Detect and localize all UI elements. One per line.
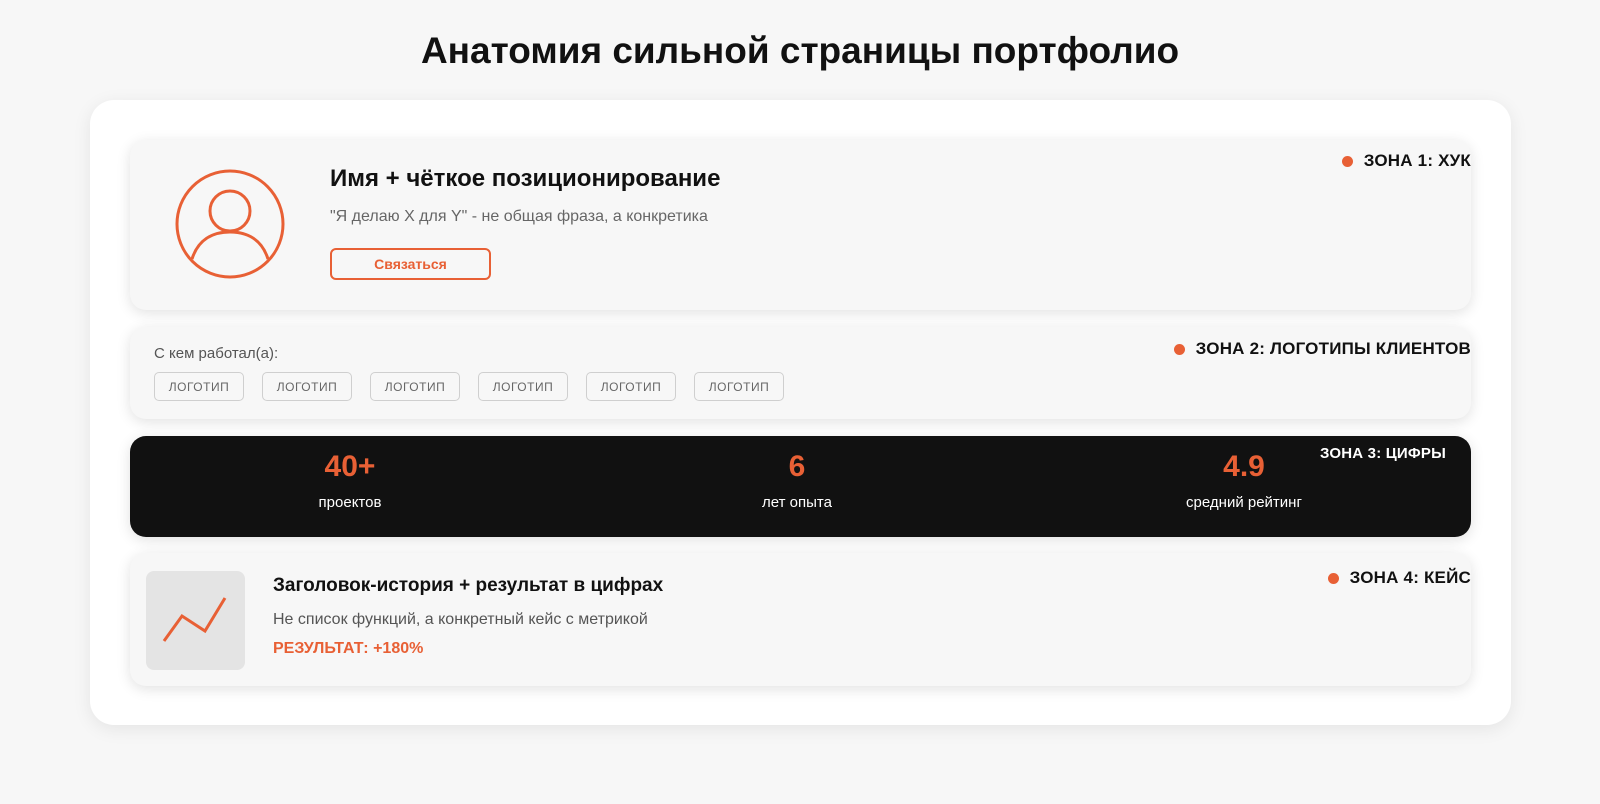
worked-with-label: С кем работал(а): xyxy=(154,345,279,362)
zone-hook: ЗОНА 1: ХУК Имя + чёткое позиционировани… xyxy=(130,140,1471,310)
stat-value: 4.9 xyxy=(1223,450,1265,483)
zone-dot-icon xyxy=(1341,155,1353,167)
zone-hook-tag: ЗОНА 1: ХУК xyxy=(1341,151,1471,171)
logo-placeholder: ЛОГОТИП xyxy=(370,372,460,401)
case-result: РЕЗУЛЬТАТ: +180% xyxy=(273,640,424,657)
stat-label: средний рейтинг xyxy=(1186,494,1302,511)
stat-label: проектов xyxy=(318,494,382,511)
stat-label: лет опыта xyxy=(762,494,832,511)
logo-placeholder: ЛОГОТИП xyxy=(262,372,352,401)
logo-placeholder: ЛОГОТИП xyxy=(694,372,784,401)
case-thumbnail xyxy=(146,571,245,670)
zone-hook-tag-label: ЗОНА 1: ХУК xyxy=(1363,151,1471,170)
logo-placeholder: ЛОГОТИП xyxy=(154,372,244,401)
logo-row: ЛОГОТИП ЛОГОТИП ЛОГОТИП ЛОГОТИП ЛОГОТИП … xyxy=(154,372,784,401)
zone-case-tag-label: ЗОНА 4: КЕЙС xyxy=(1349,568,1471,587)
stat-value: 6 xyxy=(788,450,806,483)
stat-rating: 4.9 средний рейтинг xyxy=(1114,450,1374,511)
portfolio-mockup-card: ЗОНА 1: ХУК Имя + чёткое позиционировани… xyxy=(90,100,1511,725)
zone-numbers: ЗОНА 3: ЦИФРЫ 40+ проектов 6 лет опыта 4… xyxy=(130,436,1471,537)
zone-dot-icon xyxy=(1327,572,1339,584)
zone-logos-tag-label: ЗОНА 2: ЛОГОТИПЫ КЛИЕНТОВ xyxy=(1195,339,1471,358)
stat-experience: 6 лет опыта xyxy=(667,450,927,511)
page-title: Анатомия сильной страницы портфолио xyxy=(420,30,1180,71)
zone-logos-tag: ЗОНА 2: ЛОГОТИПЫ КЛИЕНТОВ xyxy=(1173,339,1471,359)
user-avatar-icon xyxy=(175,169,285,279)
zone-case-tag: ЗОНА 4: КЕЙС xyxy=(1327,568,1471,588)
logo-placeholder: ЛОГОТИП xyxy=(586,372,676,401)
tagline-text: "Я делаю X для Y" - не общая фраза, а ко… xyxy=(330,208,708,225)
case-headline: Заголовок-история + результат в цифрах xyxy=(273,575,664,596)
stat-value: 40+ xyxy=(324,450,376,483)
trend-chart-icon xyxy=(162,597,227,642)
zone-case: ЗОНА 4: КЕЙС Заголовок-история + результ… xyxy=(130,553,1471,686)
logo-placeholder: ЛОГОТИП xyxy=(478,372,568,401)
stat-projects: 40+ проектов xyxy=(220,450,480,511)
case-description: Не список функций, а конкретный кейс с м… xyxy=(273,611,648,628)
name-positioning-heading: Имя + чёткое позиционирование xyxy=(330,165,721,192)
zone-dot-icon xyxy=(1173,343,1185,355)
zone-client-logos: ЗОНА 2: ЛОГОТИПЫ КЛИЕНТОВ С кем работал(… xyxy=(130,327,1471,419)
contact-button[interactable]: Связаться xyxy=(330,248,491,280)
